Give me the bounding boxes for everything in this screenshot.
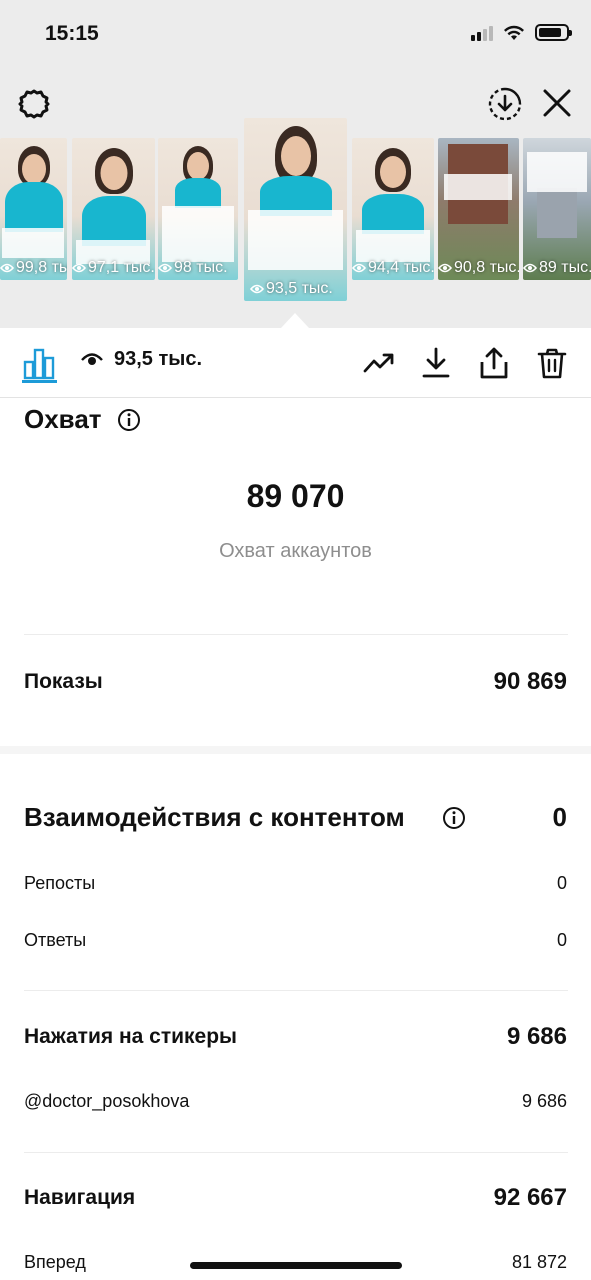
story-thumbnail-active[interactable]: 93,5 тыс.	[244, 118, 347, 301]
story-thumbnail[interactable]: 97,1 тыс.	[72, 138, 155, 280]
interactions-value: 0	[552, 802, 567, 832]
download-icon[interactable]	[419, 346, 453, 380]
info-icon[interactable]	[442, 806, 466, 830]
status-bar: 15:15	[0, 0, 591, 70]
navigation-title: Навигация	[24, 1186, 136, 1209]
gear-icon[interactable]	[16, 86, 52, 122]
story-views: 93,5 тыс.	[250, 280, 333, 298]
impressions-value: 90 869	[493, 668, 567, 695]
sticker-mention-value: 9 686	[521, 1091, 567, 1111]
reach-title: Охват	[24, 404, 102, 434]
eye-icon	[250, 284, 264, 294]
navigation-value: 92 667	[493, 1184, 567, 1211]
trash-icon[interactable]	[535, 346, 569, 380]
story-thumbnail[interactable]: 99,8 тыс.	[0, 138, 67, 280]
battery-icon	[535, 24, 572, 41]
active-story-pointer	[281, 313, 309, 328]
forward-label: Вперед	[24, 1252, 86, 1272]
viewers-tab[interactable]: 93,5 тыс.	[80, 348, 202, 371]
divider	[24, 990, 568, 991]
replies-label: Ответы	[24, 930, 87, 950]
interactions-title: Взаимодействия с контентом	[24, 802, 405, 832]
eye-icon	[0, 263, 14, 273]
share-icon[interactable]	[477, 346, 511, 380]
forward-value: 81 872	[511, 1252, 567, 1272]
story-thumbnail[interactable]: 94,4 тыс.	[352, 138, 434, 280]
tab-insights-underline	[22, 380, 57, 383]
eye-icon	[438, 263, 452, 273]
replies-value: 0	[556, 930, 567, 950]
home-indicator[interactable]	[190, 1262, 402, 1269]
impressions-label: Показы	[24, 670, 103, 693]
story-views: 89 тыс.	[523, 259, 591, 277]
story-views: 90,8 тыс.	[438, 259, 519, 277]
download-circle-icon[interactable]	[487, 86, 523, 122]
eye-icon	[352, 263, 366, 273]
story-views: 94,4 тыс.	[352, 259, 434, 277]
signal-icon	[471, 25, 493, 41]
reposts-value: 0	[556, 873, 567, 893]
viewers-count: 93,5 тыс.	[114, 348, 203, 370]
sticker-taps-value: 9 686	[506, 1023, 567, 1050]
reach-caption: Охват аккаунтов	[219, 540, 372, 562]
story-carousel-area: 15:15 99,8 ты 97,1 тыс. 98 тыс. 93,5 тыс…	[0, 0, 591, 328]
story-thumbnail[interactable]: 89 тыс.	[523, 138, 591, 280]
bar-chart-icon[interactable]	[22, 346, 56, 380]
story-toolbar: 93,5 тыс.	[0, 328, 591, 398]
story-thumbnail[interactable]: 98 тыс.	[158, 138, 238, 280]
trending-up-icon[interactable]	[362, 346, 396, 380]
story-thumbnails: 99,8 тыс. 97,1 тыс. 98 тыс.	[0, 118, 591, 318]
eye-icon	[81, 352, 103, 365]
status-time: 15:15	[45, 22, 99, 45]
story-views: 98 тыс.	[158, 259, 228, 277]
eye-icon	[72, 263, 86, 273]
eye-icon	[158, 263, 172, 273]
wifi-icon	[504, 25, 524, 40]
story-views: 99,8 тыс.	[0, 259, 67, 277]
divider	[24, 634, 568, 635]
story-thumbnail[interactable]: 90,8 тыс.	[438, 138, 519, 280]
info-icon[interactable]	[117, 408, 141, 432]
reposts-label: Репосты	[24, 873, 96, 893]
reach-value: 89 070	[246, 478, 345, 514]
sticker-taps-title: Нажатия на стикеры	[24, 1025, 237, 1048]
story-views: 97,1 тыс.	[72, 259, 155, 277]
status-icons	[471, 24, 572, 41]
sticker-mention-label: @doctor_posokhova	[24, 1091, 190, 1111]
eye-icon	[523, 263, 537, 273]
section-separator	[0, 746, 591, 754]
close-icon[interactable]	[540, 86, 574, 120]
divider	[24, 1152, 568, 1153]
